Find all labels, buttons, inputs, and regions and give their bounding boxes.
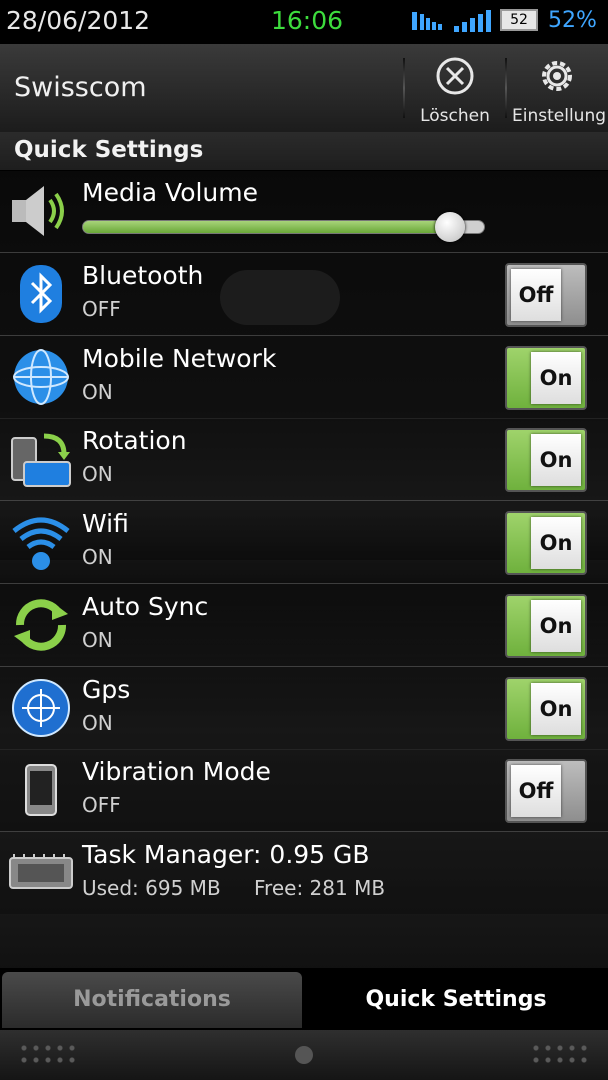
- auto-sync-toggle[interactable]: On: [505, 594, 587, 658]
- notification-header: Swisscom Löschen Einstellung: [0, 44, 608, 133]
- toggle-label: On: [531, 517, 581, 569]
- mobile-network-label: Mobile Network: [82, 344, 277, 373]
- bluetooth-status: OFF: [82, 297, 121, 321]
- toggle-label: On: [531, 434, 581, 486]
- close-circle-icon: [436, 57, 474, 95]
- section-title: Quick Settings: [14, 137, 204, 163]
- toggle-label: On: [531, 600, 581, 652]
- rotation-toggle[interactable]: On: [505, 428, 587, 492]
- phone-vibrate-icon: [25, 764, 57, 816]
- auto-sync-status: ON: [82, 628, 113, 652]
- bluetooth-label: Bluetooth: [82, 261, 204, 290]
- volume-slider-thumb[interactable]: [434, 212, 465, 242]
- clear-label: Löschen: [420, 106, 490, 126]
- wifi-icon: [12, 517, 70, 570]
- status-date: 28/06/2012: [6, 6, 151, 35]
- vibration-mode-toggle[interactable]: Off: [505, 759, 587, 823]
- media-volume-row: Media Volume: [0, 170, 608, 253]
- wifi-row[interactable]: Wifi ON On: [0, 501, 608, 584]
- status-bar: 28/06/2012 16:06 52 52%: [0, 0, 608, 44]
- toggle-label: Off: [511, 765, 561, 817]
- auto-sync-label: Auto Sync: [82, 592, 209, 621]
- battery-percent: 52%: [548, 8, 597, 33]
- wifi-toggle[interactable]: On: [505, 511, 587, 575]
- rotation-icon: [11, 433, 71, 487]
- bluetooth-row[interactable]: Bluetooth OFF Off: [0, 253, 608, 336]
- rotation-status: ON: [82, 462, 113, 486]
- grip-dots-icon: [18, 1042, 78, 1066]
- rotation-row[interactable]: Rotation ON On: [0, 418, 608, 501]
- vibration-mode-status: OFF: [82, 793, 121, 817]
- settings-button[interactable]: Einstellung: [508, 52, 608, 128]
- volume-slider[interactable]: [82, 212, 485, 242]
- bluetooth-toggle[interactable]: Off: [505, 263, 587, 327]
- gps-row[interactable]: Gps ON On: [0, 667, 608, 750]
- mobile-network-row[interactable]: Mobile Network ON On: [0, 336, 608, 419]
- grip-dots-icon: [530, 1042, 590, 1066]
- sync-icon: [14, 599, 68, 651]
- vibration-mode-row[interactable]: Vibration Mode OFF Off: [0, 749, 608, 832]
- globe-icon: [13, 349, 69, 405]
- speaker-icon: [12, 186, 64, 236]
- status-time: 16:06: [271, 6, 344, 35]
- battery-icon: 52: [500, 9, 538, 31]
- mobile-network-status: ON: [82, 380, 113, 404]
- gps-status: ON: [82, 711, 113, 735]
- rotation-label: Rotation: [82, 426, 187, 455]
- settings-label: Einstellung: [512, 106, 607, 126]
- clear-button[interactable]: Löschen: [408, 52, 502, 128]
- toggle-label: Off: [511, 269, 561, 321]
- memory-chip-icon: [9, 854, 73, 889]
- media-volume-label: Media Volume: [82, 178, 259, 207]
- tab-quick-settings[interactable]: Quick Settings: [306, 972, 606, 1028]
- cell-signal-icon: [454, 10, 491, 32]
- memory-free: Free: 281 MB: [254, 876, 386, 900]
- panel-drag-handle[interactable]: [0, 1030, 608, 1080]
- vibration-mode-label: Vibration Mode: [82, 757, 271, 786]
- bluetooth-icon: [20, 265, 62, 323]
- task-manager-label: Task Manager: 0.95 GB: [82, 840, 370, 869]
- task-manager-row[interactable]: Task Manager: 0.95 GB Used: 695 MB Free:…: [0, 832, 608, 914]
- memory-used: Used: 695 MB: [82, 876, 221, 900]
- panel-tabs: Notifications Quick Settings: [0, 968, 608, 1030]
- wifi-label: Wifi: [82, 509, 129, 538]
- wifi-status: ON: [82, 545, 113, 569]
- quick-settings-heading: Quick Settings: [0, 132, 608, 171]
- gps-toggle[interactable]: On: [505, 677, 587, 741]
- mobile-network-toggle[interactable]: On: [505, 346, 587, 410]
- tab-notifications[interactable]: Notifications: [2, 972, 302, 1028]
- handle-knob: [295, 1046, 313, 1064]
- header-divider: [505, 58, 507, 118]
- gps-icon: [12, 679, 70, 737]
- auto-sync-row[interactable]: Auto Sync ON On: [0, 584, 608, 667]
- header-divider: [403, 58, 405, 118]
- toggle-label: On: [531, 352, 581, 404]
- carrier-name: Swisscom: [14, 72, 147, 103]
- wifi-signal-icon: [412, 12, 442, 30]
- gear-icon: [542, 61, 572, 91]
- toggle-label: On: [531, 683, 581, 735]
- volume-slider-fill: [83, 221, 450, 233]
- gps-label: Gps: [82, 675, 131, 704]
